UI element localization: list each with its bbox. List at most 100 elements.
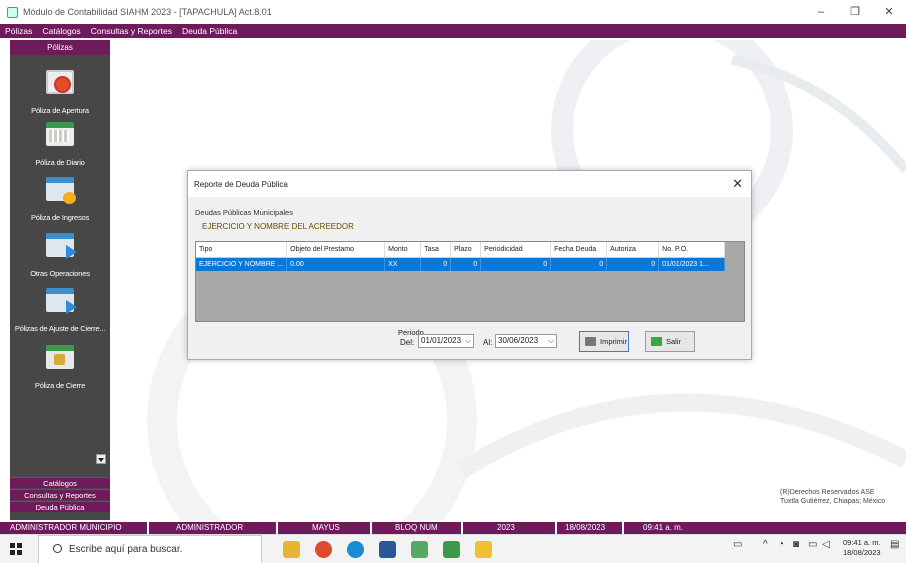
sidebar-scroll-down-button[interactable] xyxy=(96,454,106,464)
sidebar: Pólizas Póliza de Apertura Póliza de Dia… xyxy=(10,40,110,520)
table-cell: 01/01/2023 1... xyxy=(658,257,726,271)
notifications-icon[interactable]: ▤ xyxy=(890,539,899,550)
del-date-picker[interactable]: 01/01/2023 ⌵ xyxy=(418,334,474,348)
display-icon[interactable]: ▭ xyxy=(808,539,817,550)
sidebar-item-label: Otras Operaciones xyxy=(30,269,90,278)
status-num: BLOQ NUM xyxy=(395,523,438,532)
printer-icon xyxy=(585,337,596,346)
imprimir-button[interactable]: Imprimir xyxy=(579,331,629,352)
status-separator xyxy=(461,522,463,534)
game-app-icon[interactable] xyxy=(475,541,492,558)
reporte-deuda-dialog: Reporte de Deuda Pública ✕ Deudas Públic… xyxy=(187,170,752,360)
dialog-title: Reporte de Deuda Pública xyxy=(194,180,288,189)
windows-start-icon[interactable] xyxy=(10,543,22,555)
table-header-row: Tipo Objeto del Prestamo Monto Tasa Plaz… xyxy=(196,242,726,258)
sidebar-item-ajuste-cierre[interactable]: Pólizas de Ajuste de Cierre... xyxy=(10,288,110,333)
del-label: Del: xyxy=(400,338,415,347)
menu-deuda-publica[interactable]: Deuda Pública xyxy=(177,26,242,36)
salir-button[interactable]: Salir xyxy=(645,331,695,352)
sidebar-item-label: Pólizas de Ajuste de Cierre... xyxy=(14,324,106,333)
salir-label: Salir xyxy=(666,337,682,346)
sidebar-item-label: Póliza de Diario xyxy=(35,158,85,167)
status-separator xyxy=(276,522,278,534)
al-date-value: 30/06/2023 xyxy=(498,336,539,345)
menu-catalogos[interactable]: Catálogos xyxy=(37,26,85,36)
status-date: 18/08/2023 xyxy=(565,523,606,532)
al-label: Al: xyxy=(483,338,493,347)
status-separator xyxy=(555,522,557,534)
network-icon[interactable]: ◔ xyxy=(778,539,784,550)
sidebar-item-ingresos[interactable]: Póliza de Ingresos xyxy=(10,177,110,222)
clock-date: 18/08/2023 xyxy=(843,548,881,557)
siahm-app-icon[interactable] xyxy=(443,541,460,558)
word-icon[interactable] xyxy=(379,541,396,558)
table-cell: 0 xyxy=(606,257,660,271)
ingresos-icon xyxy=(46,177,76,204)
window-controls: – ❐ ✕ xyxy=(804,0,906,24)
file-explorer-icon[interactable] xyxy=(283,541,300,558)
menu-consultas-reportes[interactable]: Consultas y Reportes xyxy=(86,26,177,36)
minimize-button[interactable]: – xyxy=(804,0,838,24)
column-header[interactable]: Tipo xyxy=(196,242,288,258)
column-header[interactable]: Monto xyxy=(384,242,422,258)
close-button[interactable]: ✕ xyxy=(872,0,906,24)
column-header[interactable]: Plazo xyxy=(450,242,482,258)
column-header[interactable]: Periodicidad xyxy=(480,242,552,258)
apertura-icon xyxy=(46,70,74,94)
taskbar-clock[interactable]: 09:41 a. m. 18/08/2023 xyxy=(843,538,881,558)
table-row[interactable]: EJERCICIO Y NOMBRE ... 0.00 XX 0 0 0 0 0… xyxy=(196,257,726,271)
column-header[interactable]: Fecha Deuda xyxy=(550,242,608,258)
otras-operaciones-icon xyxy=(46,233,77,259)
table-cell: 0 xyxy=(480,257,552,271)
del-date-value: 01/01/2023 xyxy=(421,336,462,345)
sidebar-section-deuda-publica[interactable]: Deuda Pública xyxy=(10,501,110,512)
chevron-down-icon[interactable]: ⌵ xyxy=(465,335,471,347)
sidebar-item-label: Póliza de Cierre xyxy=(34,381,86,390)
menu-polizas[interactable]: Pólizas xyxy=(0,26,37,36)
sidebar-header[interactable]: Pólizas xyxy=(10,40,110,55)
sidebar-section-consultas-reportes[interactable]: Consultas y Reportes xyxy=(10,489,110,500)
edge-icon[interactable] xyxy=(347,541,364,558)
sidebar-item-cierre[interactable]: Póliza de Cierre xyxy=(10,345,110,390)
column-header[interactable]: Objeto del Prestamo xyxy=(286,242,386,258)
column-header[interactable]: Autoriza xyxy=(606,242,660,258)
copyright-line: (R)Derechos Reservados ASE xyxy=(780,489,875,496)
dialog-title-bar: Reporte de Deuda Pública ✕ xyxy=(188,171,751,197)
status-caps: MAYUS xyxy=(312,523,340,532)
exit-icon xyxy=(651,337,662,346)
taskbar-search-box[interactable]: Escribe aquí para buscar. xyxy=(38,535,262,563)
ajuste-cierre-icon xyxy=(46,288,77,314)
dialog-close-icon[interactable]: ✕ xyxy=(732,176,743,192)
sidebar-item-otras-operaciones[interactable]: Otras Operaciones xyxy=(10,233,110,278)
volume-icon[interactable]: ◁ xyxy=(822,539,830,550)
keyboard-icon[interactable]: ▭ xyxy=(733,539,742,550)
status-separator xyxy=(370,522,372,534)
column-header[interactable]: Tasa xyxy=(420,242,452,258)
sidebar-item-label: Póliza de Ingresos xyxy=(30,213,90,222)
window-title: Módulo de Contabilidad SIAHM 2023 - [TAP… xyxy=(23,7,272,17)
sidebar-item-apertura[interactable]: Póliza de Apertura xyxy=(10,70,110,115)
chrome-icon[interactable] xyxy=(315,541,332,558)
deuda-grid[interactable]: Tipo Objeto del Prestamo Monto Tasa Plaz… xyxy=(195,241,745,322)
security-icon[interactable]: ◙ xyxy=(793,539,799,550)
column-header[interactable]: No. P.O. xyxy=(658,242,726,258)
restore-button[interactable]: ❐ xyxy=(838,0,872,24)
diario-icon xyxy=(46,122,74,146)
spreadsheet-app-icon[interactable] xyxy=(411,541,428,558)
sidebar-item-diario[interactable]: Póliza de Diario xyxy=(10,122,110,167)
copyright-notice: (R)Derechos Reservados ASE Tuxtla Gutiér… xyxy=(780,488,885,506)
clock-time: 09:41 a. m. xyxy=(843,538,881,547)
chevron-down-icon[interactable]: ⌵ xyxy=(548,335,554,347)
app-icon xyxy=(7,6,18,18)
group-value: EJERCICIO Y NOMBRE DEL ACREEDOR xyxy=(202,222,354,231)
table-cell: 0 xyxy=(450,257,482,271)
status-user: ADMINISTRADOR MUNICIPIO xyxy=(10,523,122,532)
chevron-up-icon[interactable]: ^ xyxy=(763,539,768,550)
sidebar-item-label: Póliza de Apertura xyxy=(31,106,89,115)
status-bar: ADMINISTRADOR MUNICIPIO ADMINISTRADOR MA… xyxy=(0,522,906,534)
group-label: Deudas Públicas Municipales xyxy=(195,208,293,217)
al-date-picker[interactable]: 30/06/2023 ⌵ xyxy=(495,334,557,348)
sidebar-section-catalogos[interactable]: Catálogos xyxy=(10,477,110,488)
status-year: 2023 xyxy=(497,523,515,532)
deuda-table: Tipo Objeto del Prestamo Monto Tasa Plaz… xyxy=(196,242,726,271)
